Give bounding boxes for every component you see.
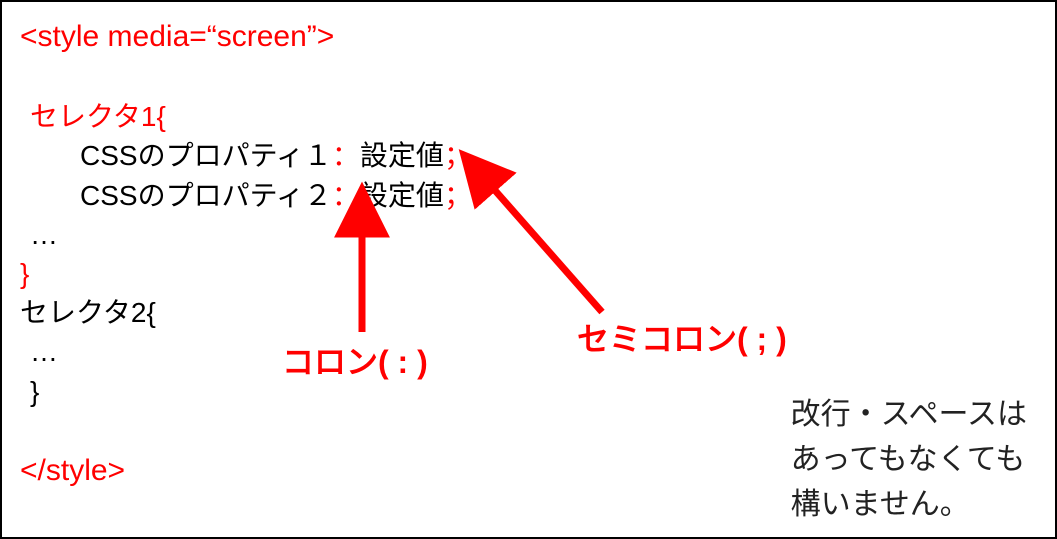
colon-annotation: コロン( : ) bbox=[282, 337, 428, 383]
value2: 設定値 bbox=[360, 180, 444, 211]
code-example: <style media=“screen”> セレクタ1{ CSSのプロパティ１… bbox=[20, 16, 472, 492]
blank-line-2 bbox=[20, 411, 472, 450]
semicolon-arrow-icon bbox=[492, 187, 602, 312]
semicolon-1: ； bbox=[444, 140, 472, 171]
property2-name: CSSのプロパティ２ bbox=[80, 180, 332, 211]
colon-2: ： bbox=[332, 180, 360, 211]
style-open-tag: <style media=“screen”> bbox=[20, 16, 472, 58]
selector1-close: } bbox=[20, 254, 472, 293]
selector2-open: セレクタ2{ bbox=[20, 293, 472, 332]
semicolon-annotation: セミコロン( ; ) bbox=[577, 314, 787, 360]
property-line-2: CSSのプロパティ２：設定値； bbox=[20, 176, 472, 215]
selector1-open: セレクタ1{ bbox=[20, 97, 472, 136]
colon-1: ： bbox=[332, 140, 360, 171]
ellipsis-1: … bbox=[20, 215, 472, 254]
property1-name: CSSのプロパティ１ bbox=[80, 140, 332, 171]
property-line-1: CSSのプロパティ１：設定値； bbox=[20, 136, 472, 175]
diagram-frame: <style media=“screen”> セレクタ1{ CSSのプロパティ１… bbox=[0, 0, 1057, 539]
note-line-2: あってもなくても bbox=[791, 437, 1027, 482]
blank-line bbox=[20, 58, 472, 97]
value1: 設定値 bbox=[360, 140, 444, 171]
whitespace-note: 改行・スペースは あってもなくても 構いません。 bbox=[791, 392, 1027, 527]
note-line-3: 構いません。 bbox=[791, 482, 1027, 527]
style-close-tag: </style> bbox=[20, 450, 472, 492]
note-line-1: 改行・スペースは bbox=[791, 392, 1027, 437]
semicolon-2: ； bbox=[444, 180, 472, 211]
